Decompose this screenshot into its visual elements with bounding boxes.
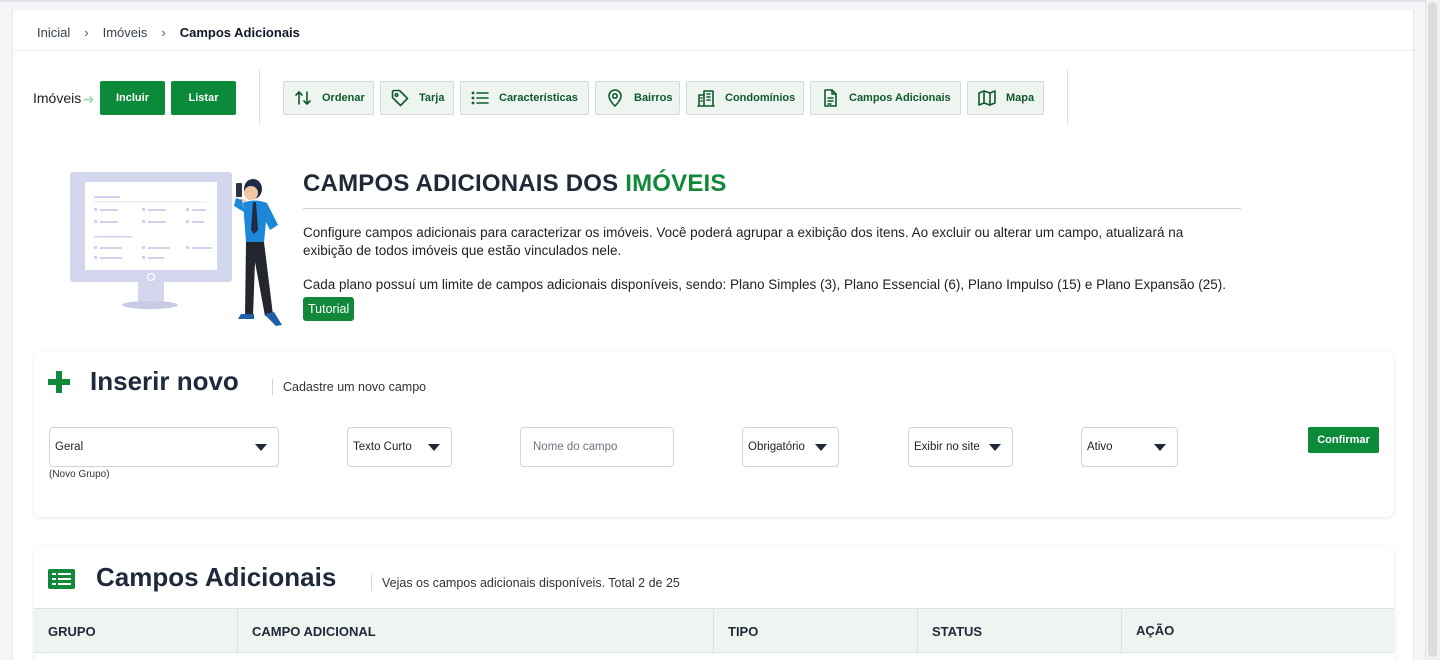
breadcrumb-current: Campos Adicionais bbox=[179, 24, 300, 40]
map-icon bbox=[978, 90, 996, 106]
breadcrumb-inicial[interactable]: Inicial bbox=[37, 25, 70, 40]
breadcrumb-divider bbox=[13, 50, 1413, 51]
column-header-status[interactable]: STATUS bbox=[918, 609, 1122, 654]
map-button[interactable]: Mapa bbox=[967, 81, 1044, 115]
table-list-icon bbox=[48, 569, 75, 589]
insert-panel: Inserir novo Cadastre um novo campo Gera… bbox=[34, 351, 1394, 517]
additional-fields-button[interactable]: Campos Adicionais bbox=[810, 81, 961, 115]
type-select-value: Texto Curto bbox=[353, 441, 412, 453]
field-name-input[interactable] bbox=[520, 427, 674, 467]
sort-arrows-icon bbox=[295, 91, 311, 105]
features-button[interactable]: Características bbox=[460, 81, 589, 115]
sort-button[interactable]: Ordenar bbox=[283, 81, 374, 115]
condominiums-button-label: Condomínios bbox=[725, 92, 796, 104]
group-select[interactable]: Geral bbox=[49, 427, 279, 467]
table-header: GRUPO CAMPO ADICIONAL TIPO STATUS AÇÃO bbox=[34, 608, 1394, 654]
features-button-label: Características bbox=[499, 92, 578, 104]
tutorial-button[interactable]: Tutorial bbox=[303, 297, 355, 321]
neighborhoods-button[interactable]: Bairros bbox=[595, 81, 680, 115]
list-icon bbox=[471, 91, 489, 105]
neighborhoods-button-label: Bairros bbox=[634, 92, 673, 104]
main-card: Inicial › Imóveis › Campos Adicionais Im… bbox=[12, 10, 1414, 660]
toolbar: Imóveis ➜ Incluir Listar Ordenar Tarja C… bbox=[13, 61, 1413, 125]
building-icon bbox=[697, 90, 715, 107]
breadcrumb-separator: › bbox=[161, 24, 166, 40]
insert-panel-subtitle: Cadastre um novo campo bbox=[272, 379, 426, 395]
group-select-value: Geral bbox=[55, 441, 84, 453]
document-icon bbox=[824, 89, 837, 107]
map-button-label: Mapa bbox=[1006, 92, 1035, 104]
top-border bbox=[0, 0, 1440, 2]
title-underline bbox=[303, 208, 1241, 209]
required-select-value: Obrigatório bbox=[748, 441, 805, 453]
chevron-down-icon bbox=[428, 444, 440, 451]
chevron-down-icon bbox=[1154, 444, 1166, 451]
scrollbar-thumb[interactable] bbox=[1428, 2, 1437, 657]
fields-list-title: Campos Adicionais bbox=[96, 562, 337, 592]
chevron-down-icon bbox=[815, 444, 827, 451]
sort-button-label: Ordenar bbox=[322, 92, 365, 104]
breadcrumb: Inicial › Imóveis › Campos Adicionais bbox=[37, 22, 300, 42]
type-select[interactable]: Texto Curto bbox=[347, 427, 452, 467]
status-select-value: Ativo bbox=[1087, 441, 1113, 453]
show-on-site-select[interactable]: Exibir no site bbox=[908, 427, 1013, 467]
plus-icon bbox=[48, 371, 70, 393]
chevron-down-icon bbox=[989, 444, 1001, 451]
column-header-action: AÇÃO bbox=[1136, 622, 1175, 638]
plan-limits-paragraph: Cada plano possuí um limite de campos ad… bbox=[303, 277, 1226, 292]
required-select[interactable]: Obrigatório bbox=[742, 427, 839, 467]
fields-list-panel: Campos Adicionais Vejas os campos adicio… bbox=[34, 547, 1394, 660]
new-group-note: (Novo Grupo) bbox=[49, 469, 110, 480]
condominiums-button[interactable]: Condomínios bbox=[686, 81, 804, 115]
chevron-down-icon bbox=[255, 444, 267, 451]
show-on-site-select-value: Exibir no site bbox=[914, 441, 980, 453]
breadcrumb-imoveis[interactable]: Imóveis bbox=[103, 25, 148, 40]
page-title-prefix: CAMPOS ADICIONAIS DOS bbox=[303, 170, 626, 197]
breadcrumb-separator: › bbox=[84, 24, 89, 40]
toolbar-divider bbox=[259, 69, 260, 125]
additional-fields-button-label: Campos Adicionais bbox=[849, 92, 951, 104]
column-header-type[interactable]: TIPO bbox=[714, 609, 918, 654]
status-select[interactable]: Ativo bbox=[1081, 427, 1178, 467]
arrow-right-icon: ➜ bbox=[83, 91, 95, 107]
insert-panel-title: Inserir novo bbox=[90, 366, 239, 396]
fields-list-subtitle: Vejas os campos adicionais disponíveis. … bbox=[371, 575, 680, 591]
tag-icon bbox=[391, 89, 409, 107]
toolbar-section-label: Imóveis bbox=[33, 90, 82, 106]
computer-illustration bbox=[70, 172, 282, 326]
confirm-button[interactable]: Confirmar bbox=[1308, 427, 1379, 453]
toolbar-divider bbox=[1067, 69, 1068, 125]
page-title-accent: IMÓVEIS bbox=[625, 170, 727, 197]
column-header-group[interactable]: GRUPO bbox=[34, 609, 238, 654]
intro-paragraph: Configure campos adicionais para caracte… bbox=[303, 225, 1184, 258]
include-button[interactable]: Incluir bbox=[100, 81, 165, 115]
column-header-field[interactable]: CAMPO ADICIONAL bbox=[238, 609, 714, 654]
map-pin-icon bbox=[608, 89, 622, 107]
tag-button-label: Tarja bbox=[419, 92, 445, 104]
page-title: CAMPOS ADICIONAIS DOS IMÓVEIS bbox=[303, 170, 727, 198]
tag-button[interactable]: Tarja bbox=[380, 81, 454, 115]
list-button[interactable]: Listar bbox=[171, 81, 236, 115]
